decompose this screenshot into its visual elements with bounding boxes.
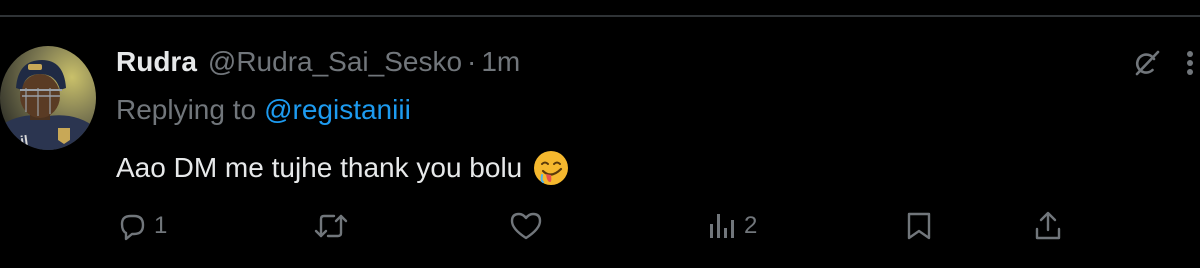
grok-icon[interactable] [1132,48,1162,78]
bookmark-icon [904,210,934,242]
views-count: 2 [744,212,758,239]
tweet-header: Rudra @Rudra_Sai_Sesko · 1m [116,42,520,82]
reply-count: 1 [154,212,168,239]
avatar[interactable]: mil [0,46,96,150]
share-button[interactable] [1032,206,1064,246]
top-divider [0,15,1200,17]
avatar-jersey-text: mil [7,132,29,150]
timestamp[interactable]: 1m [481,46,520,78]
views-icon [708,210,738,242]
tweet-text: Aao DM me tujhe thank you bolu [116,147,570,189]
retweet-icon [312,210,350,242]
reply-mention-link[interactable]: @registaniii [264,94,411,126]
reply-icon [116,210,148,242]
views-button[interactable]: 2 [708,206,757,246]
replying-to: Replying to @registaniii [116,90,411,130]
more-icon[interactable] [1180,48,1200,78]
bookmark-button[interactable] [904,206,934,246]
heart-icon [508,210,544,242]
author-name[interactable]: Rudra [116,46,197,78]
retweet-button[interactable] [312,206,356,246]
author-handle[interactable]: @Rudra_Sai_Sesko [208,46,462,78]
tweet-body: Aao DM me tujhe thank you bolu [116,152,523,183]
reply-prefix: Replying to [116,94,257,125]
like-button[interactable] [508,206,550,246]
avatar-image: mil [0,46,96,150]
header-separator: · [467,46,477,77]
share-icon [1032,210,1064,242]
drooling-face-icon [532,149,570,187]
reply-button[interactable]: 1 [116,206,167,246]
